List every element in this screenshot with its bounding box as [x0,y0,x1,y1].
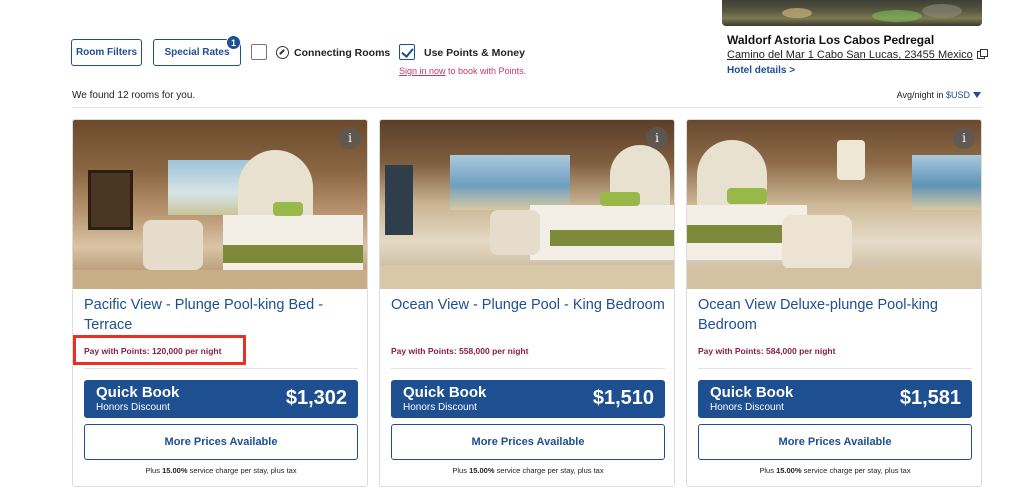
more-prices-label: More Prices Available [164,436,278,448]
more-prices-button[interactable]: More Prices Available [84,424,358,460]
charge-prefix: Plus [452,466,470,475]
use-points-checkbox[interactable] [399,44,415,60]
room-photo[interactable]: i [73,120,367,289]
connecting-rooms-icon [276,46,289,59]
special-rates-button[interactable]: Special Rates 1 [153,35,241,66]
more-prices-label: More Prices Available [778,436,892,448]
quick-book-label: Quick Book [710,384,794,401]
room-card: i Pacific View - Plunge Pool-king Bed - … [72,119,368,487]
charge-prefix: Plus [759,466,777,475]
info-icon[interactable]: i [339,127,361,149]
avg-night-label: Avg/night in [896,90,946,100]
charge-percent: 15.00% [776,466,802,475]
signin-prompt: Sign in now to book with Points. [399,66,526,76]
points-price: Pay with Points: 584,000 per night [698,346,836,356]
points-price: Pay with Points: 558,000 per night [391,346,529,356]
service-charge-note: Plus 15.00% service charge per stay, plu… [380,466,674,475]
results-divider [72,107,982,108]
room-photo[interactable]: i [687,120,981,289]
hotel-address[interactable]: Camino del Mar 1 Cabo San Lucas, 23455 M… [727,49,973,61]
room-title[interactable]: Ocean View Deluxe-plunge Pool-king Bedro… [698,295,973,335]
hotel-details-link[interactable]: Hotel details > [727,65,795,76]
signin-suffix: to book with Points. [445,66,527,76]
more-prices-label: More Prices Available [471,436,585,448]
room-photo[interactable]: i [380,120,674,289]
room-price: $1,581 [899,387,961,409]
more-prices-button[interactable]: More Prices Available [698,424,972,460]
quick-book-button[interactable]: Quick Book Honors Discount $1,510 [391,380,665,418]
card-divider [84,368,358,369]
hotel-name: Waldorf Astoria Los Cabos Pedregal [727,33,935,47]
charge-suffix: service charge per stay, plus tax [801,466,911,475]
hotel-photo[interactable] [722,0,982,26]
special-rates-count-badge: 1 [226,35,241,50]
charge-suffix: service charge per stay, plus tax [494,466,604,475]
quick-book-button[interactable]: Quick Book Honors Discount $1,581 [698,380,972,418]
info-icon[interactable]: i [953,127,975,149]
external-link-icon[interactable] [976,49,988,59]
room-filters-label: Room Filters [75,47,138,58]
rate-type: Honors Discount [710,402,784,413]
charge-percent: 15.00% [469,466,495,475]
connecting-rooms-label[interactable]: Connecting Rooms [294,47,390,59]
rate-type: Honors Discount [403,402,477,413]
room-title[interactable]: Ocean View - Plunge Pool - King Bedroom [391,295,666,315]
signin-link[interactable]: Sign in now [399,66,446,76]
connecting-rooms-checkbox[interactable] [251,44,267,60]
chevron-down-icon[interactable] [973,92,981,98]
special-rates-label: Special Rates [164,47,230,58]
room-card: i Ocean View - Plunge Pool - King Bedroo… [379,119,675,487]
charge-percent: 15.00% [162,466,188,475]
highlight-annotation-box [73,335,246,365]
rate-type: Honors Discount [96,402,170,413]
room-price: $1,510 [592,387,654,409]
room-filters-button[interactable]: Room Filters [71,39,142,66]
currency-value[interactable]: $USD [946,90,970,100]
charge-suffix: service charge per stay, plus tax [187,466,297,475]
quick-book-label: Quick Book [403,384,487,401]
use-points-label[interactable]: Use Points & Money [424,47,525,59]
currency-selector[interactable]: Avg/night in $USD [897,90,981,100]
service-charge-note: Plus 15.00% service charge per stay, plu… [687,466,981,475]
room-card: i Ocean View Deluxe-plunge Pool-king Bed… [686,119,982,487]
more-prices-button[interactable]: More Prices Available [391,424,665,460]
info-icon[interactable]: i [646,127,668,149]
card-divider [391,368,665,369]
room-title[interactable]: Pacific View - Plunge Pool-king Bed - Te… [84,295,359,335]
room-price: $1,302 [285,387,347,409]
charge-prefix: Plus [145,466,163,475]
results-count: We found 12 rooms for you. [72,90,196,101]
service-charge-note: Plus 15.00% service charge per stay, plu… [73,466,367,475]
card-divider [698,368,972,369]
hotel-address-link[interactable]: Camino del Mar 1 Cabo San Lucas, 23455 M… [727,49,988,61]
quick-book-button[interactable]: Quick Book Honors Discount $1,302 [84,380,358,418]
quick-book-label: Quick Book [96,384,180,401]
